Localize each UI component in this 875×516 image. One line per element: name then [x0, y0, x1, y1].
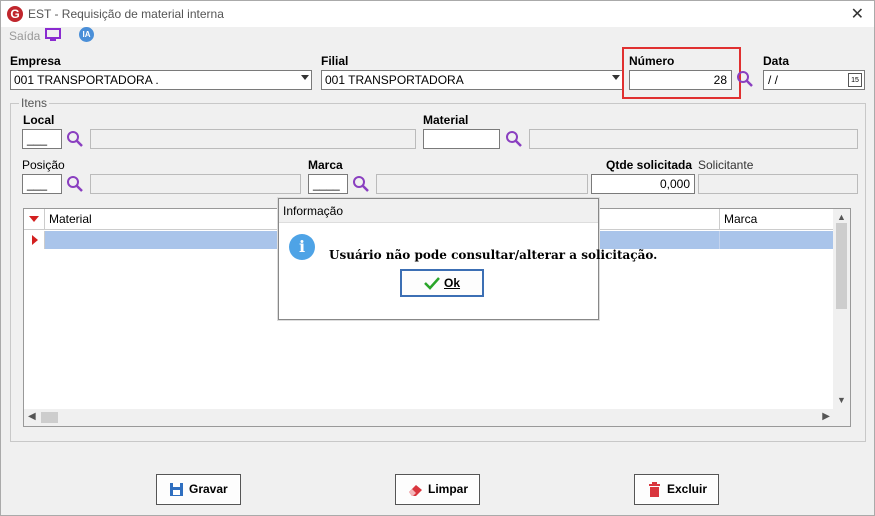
search-icon[interactable] — [505, 130, 523, 148]
itens-group-title: Itens — [19, 96, 50, 110]
chevron-down-icon[interactable] — [301, 75, 309, 80]
search-icon[interactable] — [66, 130, 84, 148]
chevron-down-icon[interactable] — [612, 75, 620, 80]
scroll-left-icon[interactable]: ◀ — [28, 411, 36, 422]
numero-label: Número — [629, 54, 675, 68]
filial-label: Filial — [321, 54, 349, 68]
scroll-up-icon[interactable]: ▲ — [837, 212, 846, 222]
search-icon[interactable] — [66, 175, 84, 193]
qtde-field[interactable]: 0,000 — [591, 174, 695, 194]
scroll-down-icon[interactable]: ▼ — [837, 395, 846, 405]
app-logo-icon: G — [7, 6, 23, 22]
toolbar: Saída IA — [1, 27, 874, 47]
filial-value: 001 TRANSPORTADORA — [325, 73, 464, 87]
material-label: Material — [423, 113, 469, 127]
dialog-message: Usuário não pode consultar/alterar a sol… — [329, 248, 658, 262]
posicao-description — [90, 174, 301, 194]
title-bar: G EST - Requisição de material interna ✕ — [1, 1, 874, 27]
info-icon: i — [289, 234, 315, 260]
marca-description — [376, 174, 588, 194]
excluir-button[interactable]: Excluir — [634, 474, 719, 505]
info-dialog: Informação i Usuário não pode consultar/… — [278, 198, 657, 320]
data-field[interactable]: / / 15 — [763, 70, 865, 90]
material-description — [529, 129, 858, 149]
numero-field[interactable]: 28 — [629, 70, 732, 90]
limpar-button[interactable]: Limpar — [395, 474, 480, 505]
check-icon — [424, 277, 440, 290]
horizontal-scroll-thumb[interactable] — [41, 412, 58, 423]
marca-field[interactable]: ____ — [308, 174, 348, 194]
trash-icon — [649, 482, 660, 497]
local-field[interactable]: ___ — [22, 129, 62, 149]
dialog-body: i Usuário não pode consultar/alterar a s… — [279, 223, 657, 319]
monitor-icon[interactable] — [45, 28, 61, 42]
column-divider[interactable] — [719, 209, 720, 230]
empresa-select[interactable]: 001 TRANSPORTADORA . — [10, 70, 312, 90]
scroll-right-icon[interactable]: ▶ — [822, 411, 830, 422]
ok-button[interactable]: Ok — [400, 269, 484, 297]
row-indicator-icon — [24, 231, 45, 249]
material-field[interactable] — [423, 129, 500, 149]
gravar-label: Gravar — [189, 482, 228, 496]
saida-link[interactable]: Saída — [9, 29, 40, 43]
window-title: EST - Requisição de material interna — [28, 7, 224, 21]
search-icon[interactable] — [736, 70, 754, 88]
search-icon[interactable] — [352, 175, 370, 193]
eraser-icon — [409, 485, 422, 496]
close-icon[interactable]: ✕ — [851, 4, 864, 24]
gravar-button[interactable]: Gravar — [156, 474, 241, 505]
calendar-icon[interactable]: 15 — [848, 73, 862, 87]
data-value: / / — [768, 73, 779, 87]
vertical-scroll-thumb[interactable] — [836, 223, 847, 309]
posicao-label: Posição — [22, 158, 65, 172]
empresa-value: 001 TRANSPORTADORA . — [14, 73, 159, 87]
grid-menu-icon[interactable] — [24, 209, 45, 230]
limpar-label: Limpar — [428, 482, 469, 496]
horizontal-scrollbar[interactable]: ◀ ▶ — [24, 409, 850, 426]
ok-label: Ok — [444, 276, 461, 290]
dialog-title: Informação — [279, 199, 598, 223]
solicitante-label: Solicitante — [698, 158, 754, 172]
marca-label: Marca — [308, 158, 343, 172]
posicao-field[interactable]: ___ — [22, 174, 62, 194]
solicitante-field — [698, 174, 858, 194]
save-icon — [170, 483, 183, 496]
local-description — [90, 129, 416, 149]
local-label: Local — [23, 113, 55, 127]
column-header-material[interactable]: Material — [49, 212, 92, 226]
column-divider — [719, 231, 720, 249]
excluir-label: Excluir — [667, 482, 708, 496]
empresa-label: Empresa — [10, 54, 61, 68]
column-header-marca[interactable]: Marca — [724, 212, 757, 226]
ia-icon[interactable]: IA — [79, 27, 94, 42]
main-window: G EST - Requisição de material interna ✕… — [0, 0, 875, 516]
data-label: Data — [763, 54, 790, 68]
filial-select[interactable]: 001 TRANSPORTADORA — [321, 70, 623, 90]
qtde-label: Qtde solicitada — [606, 158, 693, 172]
vertical-scrollbar[interactable]: ▲ ▼ — [833, 209, 850, 409]
